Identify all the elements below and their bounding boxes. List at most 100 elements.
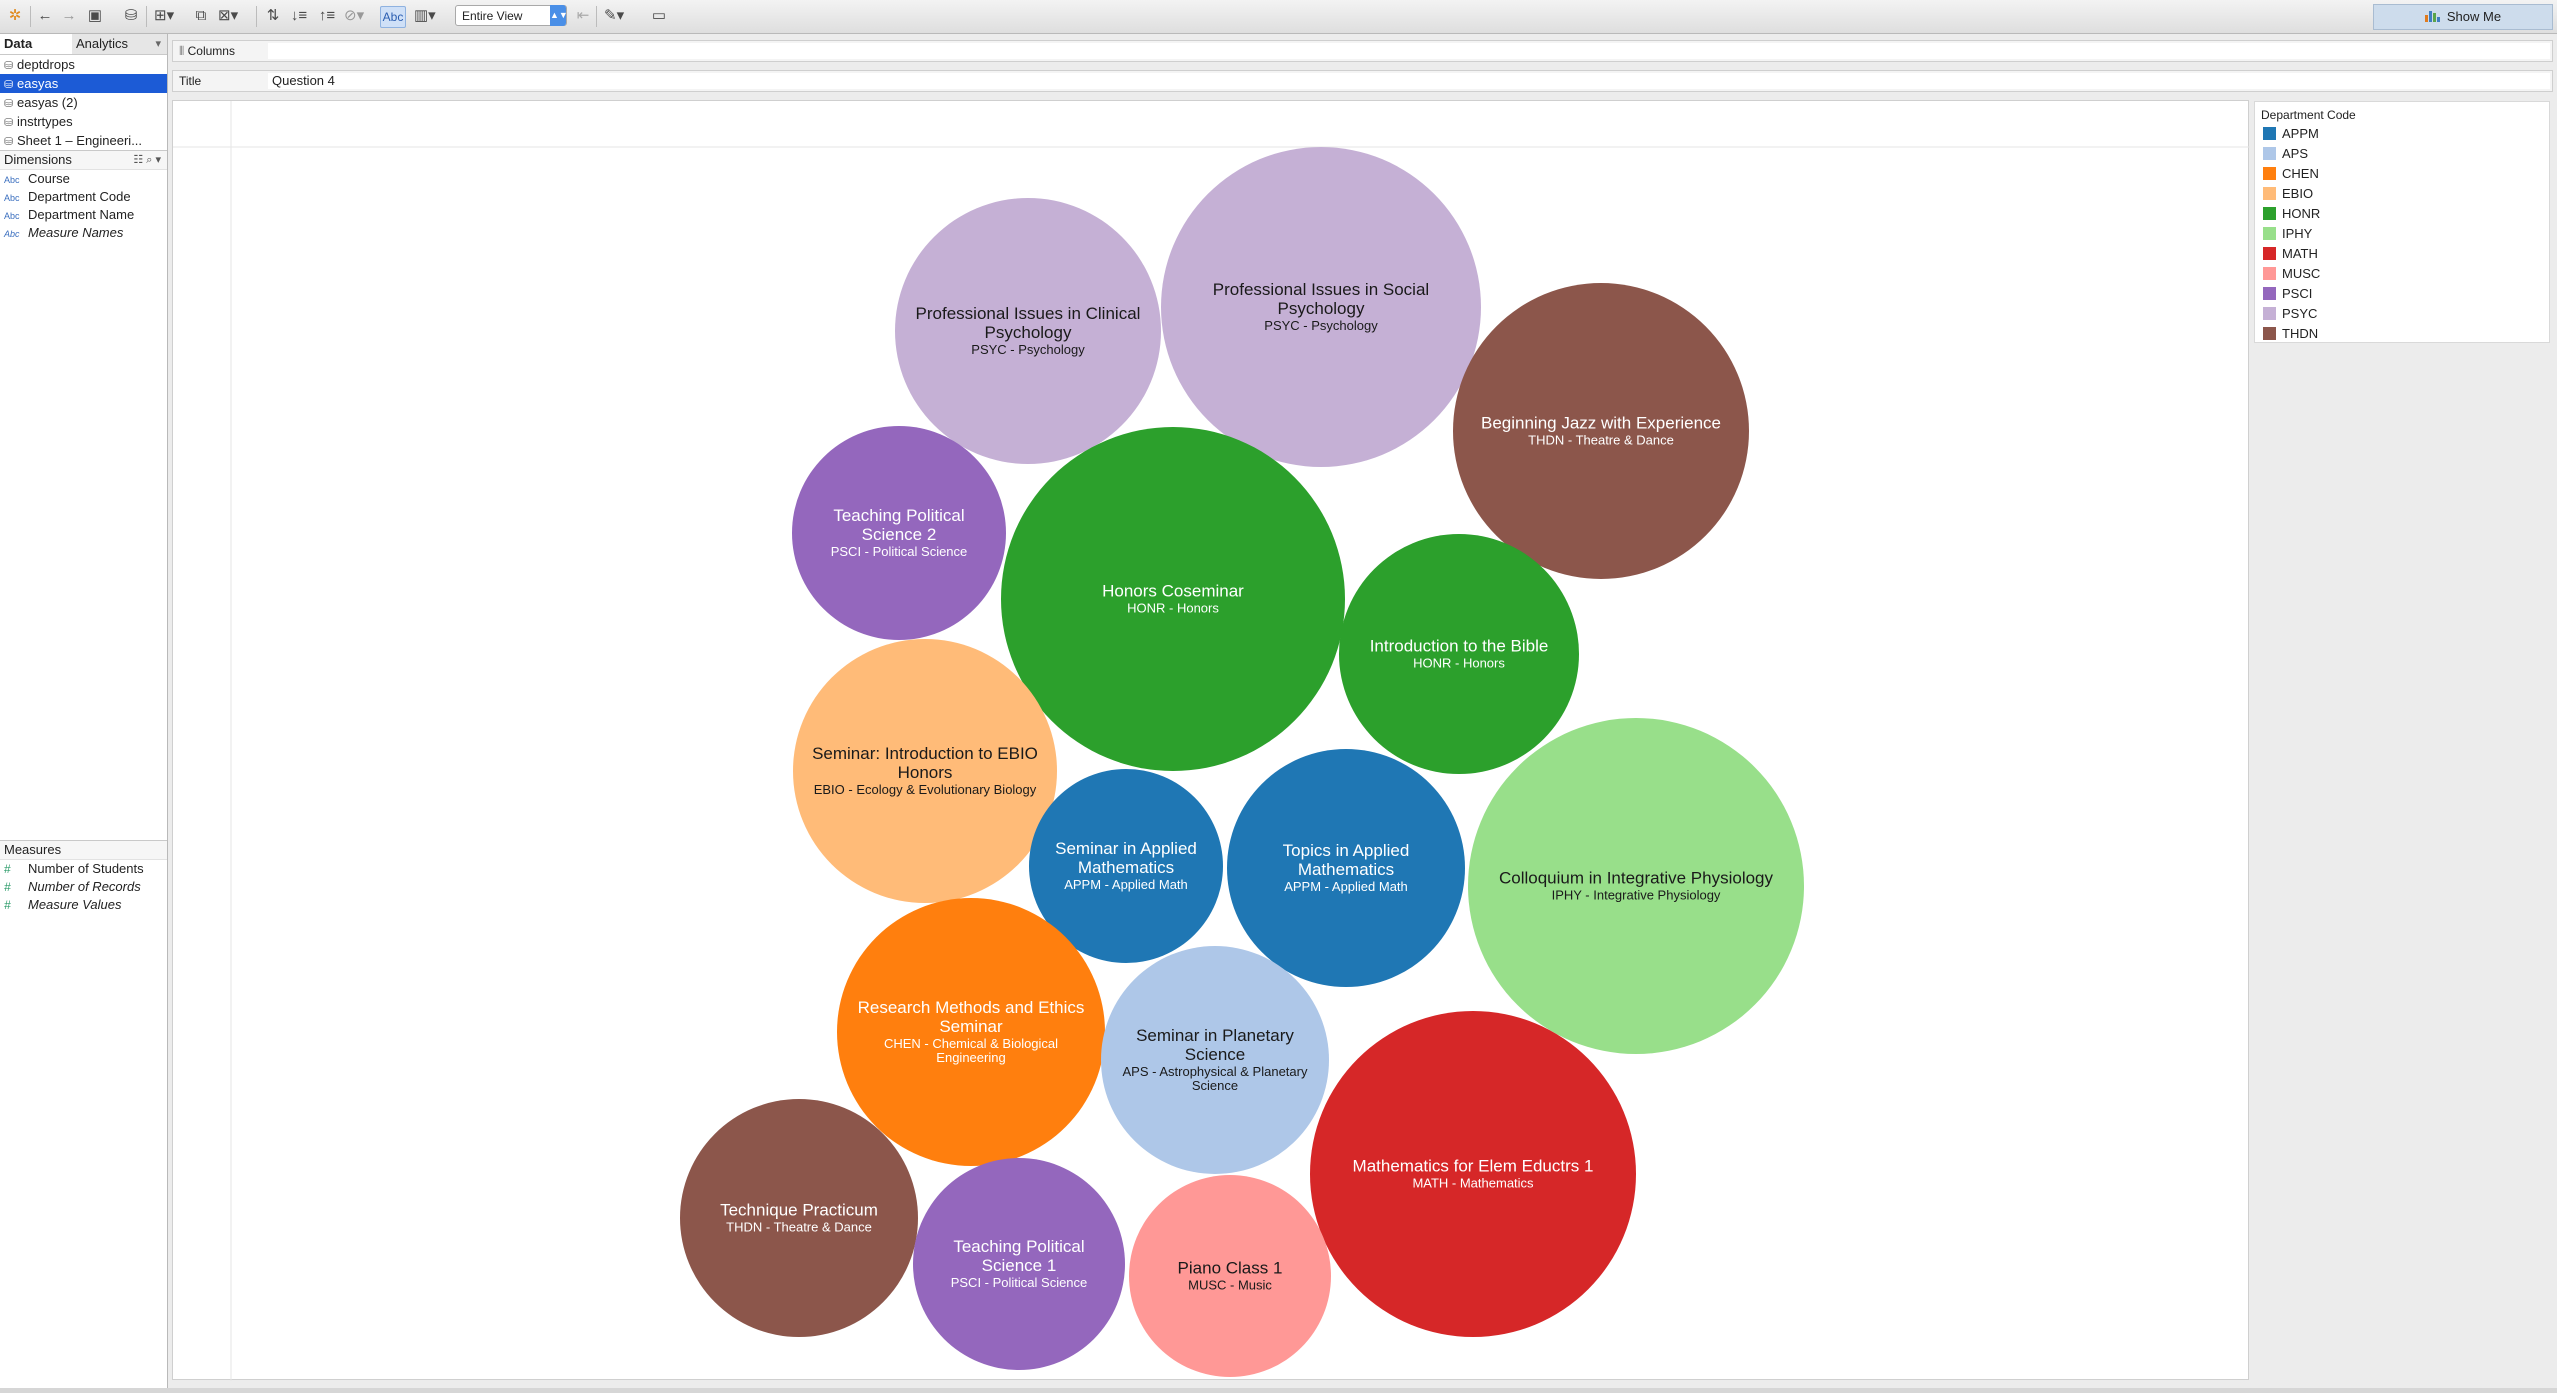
- legend-item-aps[interactable]: APS: [2255, 144, 2549, 164]
- datasource-name: deptdrops: [17, 57, 75, 72]
- string-type-icon: Abc: [4, 193, 20, 203]
- save-icon[interactable]: ▣: [86, 6, 104, 26]
- bubble-label: Science: [1185, 1045, 1245, 1064]
- bubble-label: Research Methods and Ethics: [858, 998, 1085, 1017]
- legend-swatch: [2263, 207, 2276, 220]
- show-cards-icon[interactable]: ⇤: [574, 6, 592, 26]
- legend-item-appm[interactable]: APPM: [2255, 124, 2549, 144]
- legend-label: EBIO: [2282, 186, 2314, 201]
- bubble-label: Technique Practicum: [720, 1201, 878, 1220]
- toolbar-divider: [256, 6, 257, 27]
- sheet-title[interactable]: Question 4: [268, 73, 2550, 89]
- tab-analytics[interactable]: Analytics: [72, 34, 154, 54]
- presentation-mode-icon[interactable]: ▭: [650, 6, 668, 26]
- legend-item-honr[interactable]: HONR: [2255, 204, 2549, 224]
- redo-icon[interactable]: →: [60, 6, 78, 26]
- search-icon[interactable]: ☷ ⌕ ▾: [133, 151, 161, 169]
- fit-view-select[interactable]: Entire View ▲▼: [455, 5, 568, 26]
- undo-icon[interactable]: ←: [36, 6, 54, 26]
- legend-item-chen[interactable]: CHEN: [2255, 164, 2549, 184]
- legend-item-psyc[interactable]: PSYC: [2255, 304, 2549, 324]
- dimension-field[interactable]: Abc Measure Names: [0, 224, 167, 242]
- columns-drop-zone[interactable]: [268, 43, 2550, 59]
- toolbar: ✲ ← → ▣ ⛁ ⊞▾ ⧉ ⊠▾ ⇅ ↓≡ ↑≡ ⊘▾ Abc ▥▾ Enti…: [0, 0, 2557, 34]
- legend-label: PSYC: [2282, 306, 2318, 321]
- legend-item-thdn[interactable]: THDN: [2255, 324, 2549, 344]
- legend-items: APPM APS CHEN EBIO HONR IPHY MATH MUSC PSCI PSYC T…: [2255, 124, 2549, 344]
- legend-item-ebio[interactable]: EBIO: [2255, 184, 2549, 204]
- legend-swatch: [2263, 307, 2276, 320]
- title-shelf: Title Question 4: [172, 70, 2553, 92]
- new-worksheet-icon[interactable]: ⊞▾: [154, 6, 174, 26]
- tab-data[interactable]: Data: [0, 34, 72, 54]
- pane-tabs: Data Analytics ▾: [0, 34, 167, 55]
- bubble-label: Psychology: [1278, 299, 1365, 318]
- bubble-label: Teaching Political: [833, 506, 964, 525]
- show-me-button[interactable]: Show Me: [2373, 4, 2553, 30]
- bubble-label: Introduction to the Bible: [1370, 637, 1549, 656]
- datasource-item[interactable]: ⛁ easyas (2): [0, 93, 167, 112]
- bubble-sublabel: THDN - Theatre & Dance: [1528, 433, 1674, 448]
- measure-field[interactable]: # Number of Records: [0, 878, 167, 896]
- color-legend[interactable]: Department Code APPM APS CHEN EBIO HONR IPHY M…: [2254, 101, 2550, 343]
- tableau-logo-icon[interactable]: ✲: [6, 6, 24, 26]
- number-type-icon: #: [4, 862, 11, 876]
- bubble-label: Mathematics for Elem Eductrs 1: [1353, 1157, 1594, 1176]
- legend-label: APPM: [2282, 126, 2319, 141]
- group-members-icon[interactable]: ⊘▾: [344, 6, 364, 26]
- bubble-sublabel: PSYC - Psychology: [1264, 318, 1378, 333]
- clear-sheet-icon[interactable]: ⊠▾: [218, 6, 238, 26]
- fix-axes-icon[interactable]: ▥▾: [414, 6, 436, 26]
- field-name: Number of Students: [28, 861, 144, 876]
- legend-swatch: [2263, 287, 2276, 300]
- number-type-icon: #: [4, 898, 11, 912]
- field-name: Measure Names: [28, 225, 124, 240]
- legend-swatch: [2263, 267, 2276, 280]
- show-me-label: Show Me: [2446, 9, 2502, 24]
- sort-ascending-icon[interactable]: ↓≡: [290, 6, 308, 26]
- pane-menu-icon[interactable]: ▾: [155, 34, 161, 54]
- bubble-sublabel: Engineering: [936, 1050, 1005, 1065]
- measure-field[interactable]: # Measure Values: [0, 896, 167, 914]
- legend-item-math[interactable]: MATH: [2255, 244, 2549, 264]
- datasource-item-selected[interactable]: ⛁ easyas: [0, 74, 167, 93]
- bubble-label: Psychology: [985, 323, 1072, 342]
- bubble-label: Seminar in Planetary: [1136, 1026, 1294, 1045]
- bubble-sublabel: APPM - Applied Math: [1284, 879, 1408, 894]
- datasource-name: easyas: [17, 76, 59, 91]
- database-icon: ⛁: [4, 60, 14, 72]
- dimensions-title: Dimensions: [4, 152, 72, 167]
- dimensions-header: Dimensions ☷ ⌕ ▾: [0, 150, 167, 170]
- legend-item-musc[interactable]: MUSC: [2255, 264, 2549, 284]
- measures-header: Measures: [0, 840, 167, 860]
- new-data-source-icon[interactable]: ⛁: [122, 6, 140, 26]
- dimension-field[interactable]: Abc Course: [0, 170, 167, 188]
- columns-shelf[interactable]: ⦀ Columns: [172, 40, 2553, 62]
- highlight-icon[interactable]: ✎▾: [604, 6, 624, 26]
- swap-rows-columns-icon[interactable]: ⇅: [264, 6, 282, 26]
- legend-swatch: [2263, 127, 2276, 140]
- title-shelf-label: Title: [179, 74, 202, 88]
- legend-label: THDN: [2282, 326, 2319, 341]
- datasource-item[interactable]: ⛁ Sheet 1 – Engineeri...: [0, 131, 167, 150]
- legend-item-iphy[interactable]: IPHY: [2255, 224, 2549, 244]
- status-bar: [0, 1388, 2557, 1393]
- dimension-field[interactable]: Abc Department Name: [0, 206, 167, 224]
- legend-item-psci[interactable]: PSCI: [2255, 284, 2549, 304]
- dimension-field[interactable]: Abc Department Code: [0, 188, 167, 206]
- bubble-sublabel: APPM - Applied Math: [1064, 877, 1188, 892]
- datasource-item[interactable]: ⛁ deptdrops: [0, 55, 167, 74]
- show-mark-labels-button[interactable]: Abc: [380, 6, 406, 28]
- legend-swatch: [2263, 147, 2276, 160]
- datasource-item[interactable]: ⛁ instrtypes: [0, 112, 167, 131]
- toolbar-divider: [30, 6, 31, 27]
- bar-chart-icon: [2424, 6, 2441, 30]
- viz-canvas[interactable]: Professional Issues in Clinical Psycholog…: [172, 100, 2250, 1381]
- field-name: Number of Records: [28, 879, 141, 894]
- bubble-label: Colloquium in Integrative Physiology: [1499, 869, 1774, 888]
- sort-descending-icon[interactable]: ↑≡: [318, 6, 336, 26]
- bubble-sublabel: MUSC - Music: [1188, 1278, 1272, 1293]
- duplicate-sheet-icon[interactable]: ⧉: [192, 6, 210, 26]
- legend-swatch: [2263, 327, 2276, 340]
- measure-field[interactable]: # Number of Students: [0, 860, 167, 878]
